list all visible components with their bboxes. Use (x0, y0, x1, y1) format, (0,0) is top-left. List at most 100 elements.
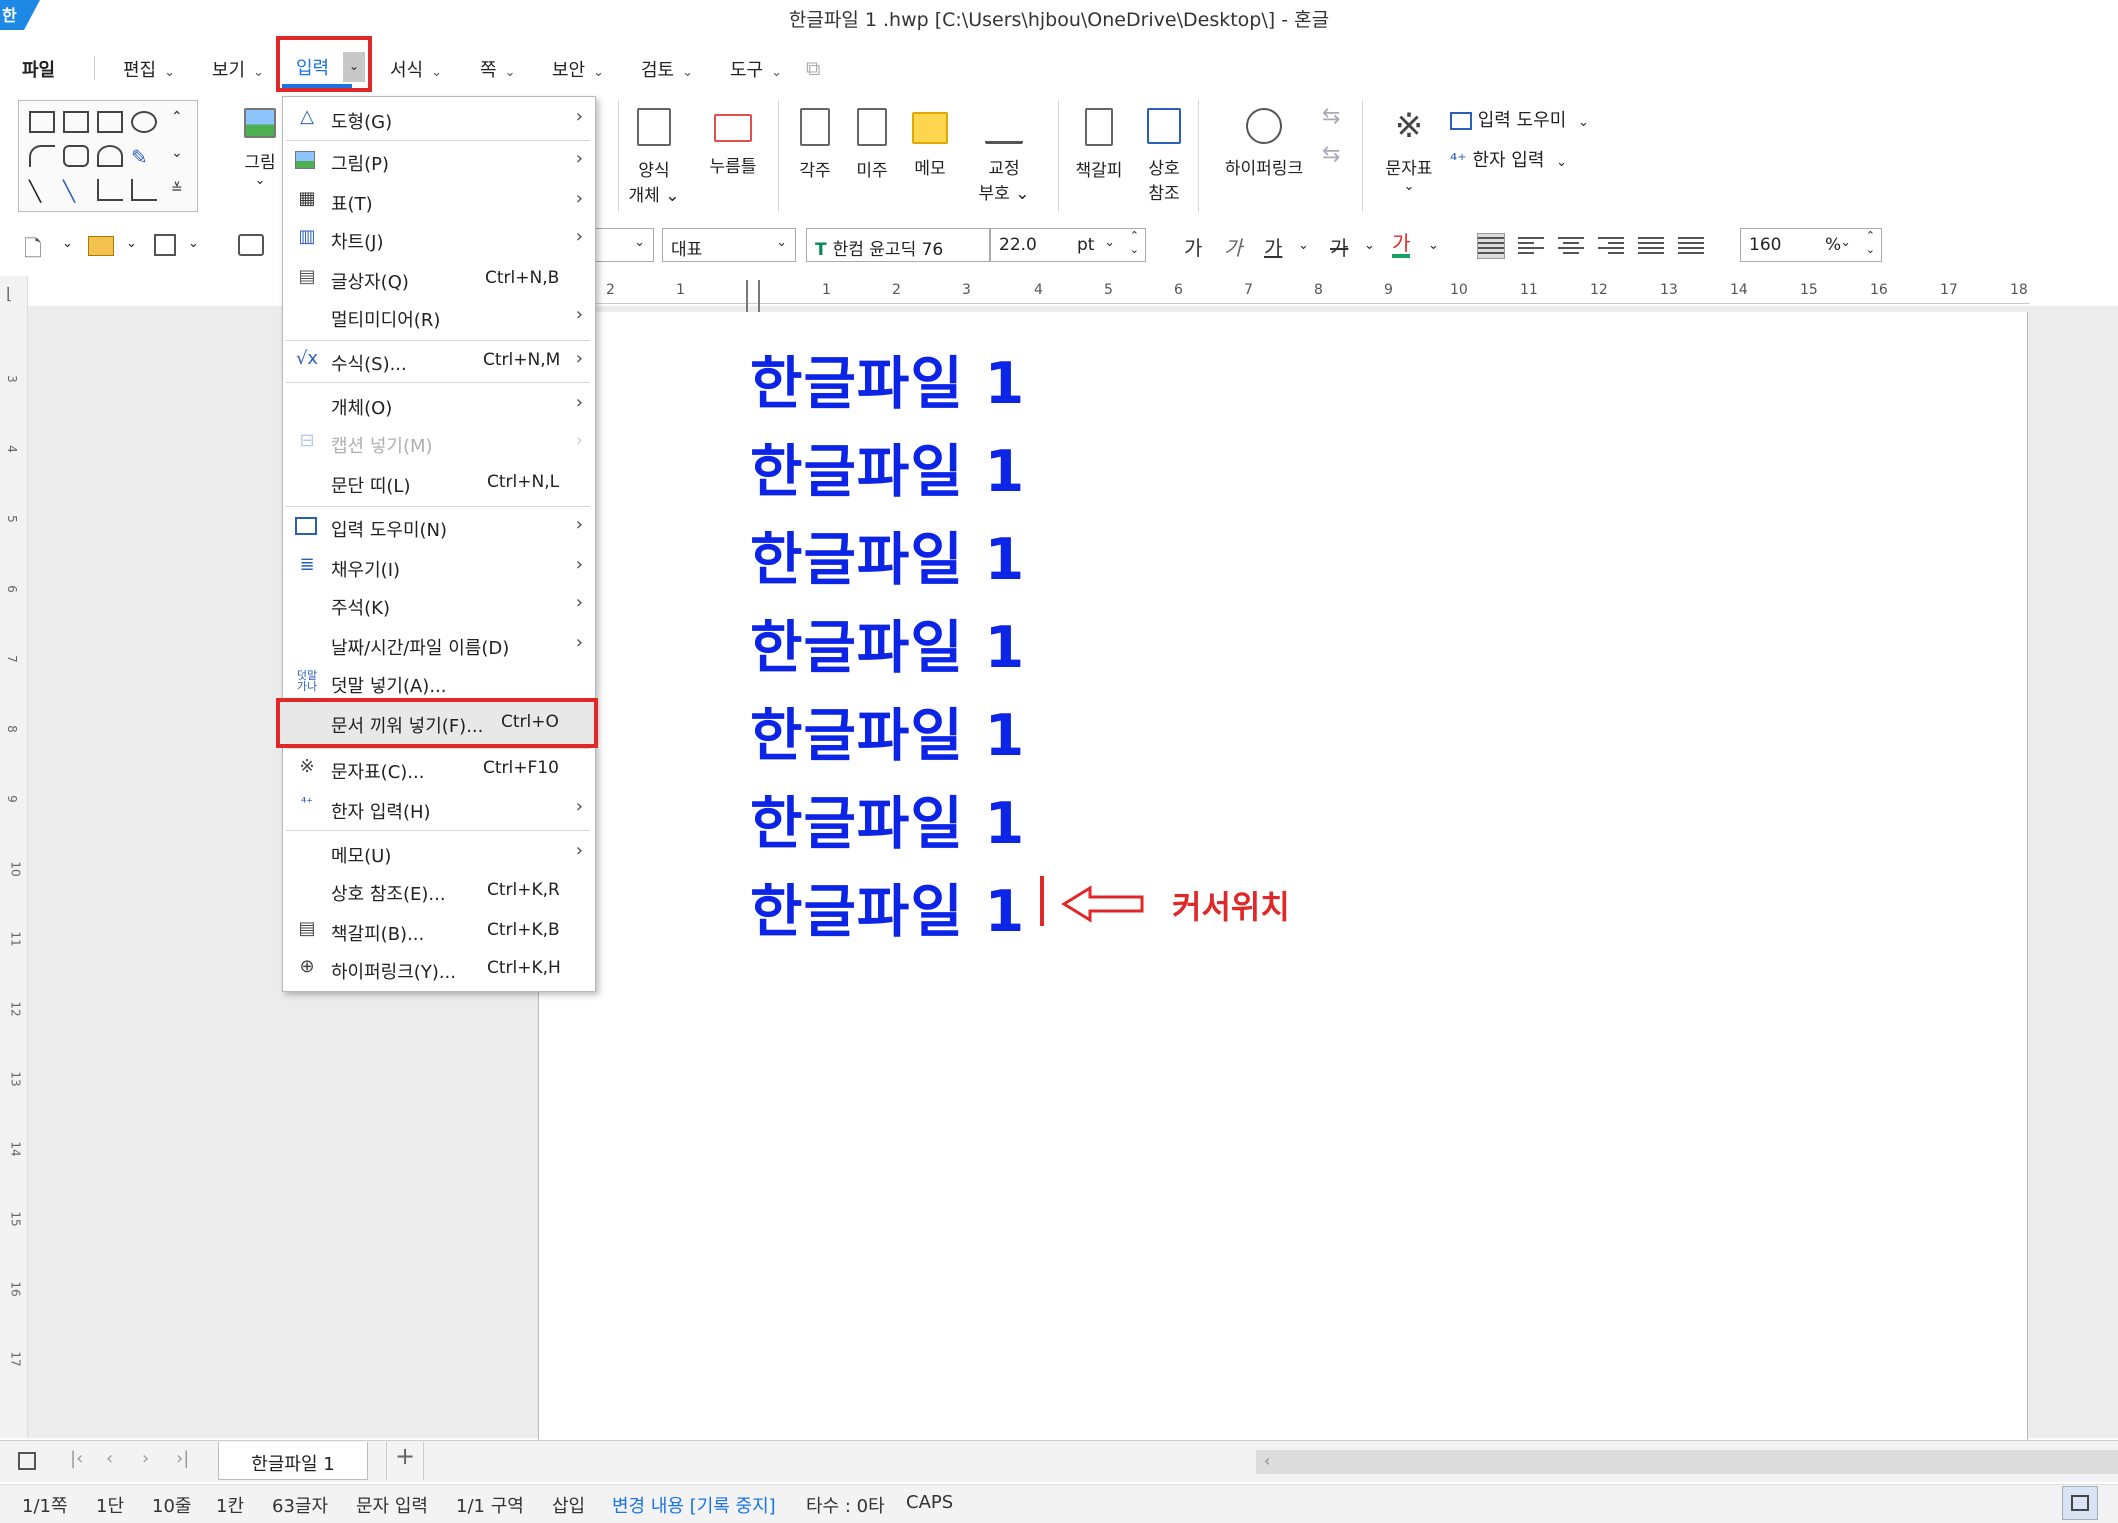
menu-item-paragraph-band[interactable]: 문단 띠(L) Ctrl+N,L (283, 464, 595, 500)
ribbon-crossref[interactable]: 상호 참조 (1140, 108, 1188, 204)
indent-marker[interactable] (746, 280, 760, 312)
menu-format[interactable]: 서식 ⌄ (390, 56, 442, 82)
chevron-down-icon[interactable]: ⌄ (1298, 238, 1309, 253)
chevron-down-icon[interactable]: ⌄ (1364, 238, 1375, 253)
italic-button[interactable]: 가 (1224, 232, 1242, 261)
ribbon-memo[interactable]: 메모 (908, 108, 952, 179)
expand-gallery-icon[interactable]: ≚ (171, 181, 183, 197)
link-prev-icon[interactable]: ⇆ (1322, 104, 1340, 129)
style-select[interactable]: 대표 ⌄ (662, 228, 796, 262)
menu-item-chart[interactable]: ▥ 차트(J) › (283, 220, 595, 256)
spin-icon[interactable]: ⌃ ⌄ (1866, 229, 1875, 257)
ellipse-shape-icon[interactable] (131, 111, 157, 133)
ribbon-proof[interactable]: 교정 부호 ⌄ (978, 108, 1030, 204)
chevron-down-icon[interactable]: ⌄ (126, 236, 137, 251)
chevron-down-icon[interactable]: ⌄ (1428, 238, 1439, 253)
add-tab-button[interactable]: + (386, 1442, 424, 1480)
justify-align-button[interactable] (1477, 233, 1505, 259)
menu-item-picture[interactable]: 그림(P) › (283, 142, 595, 178)
menu-item-bookmark[interactable]: ▤ 책갈피(B)... Ctrl+K,B (283, 912, 595, 948)
underline-button[interactable]: 가 (1264, 232, 1282, 261)
ribbon-hanja-input[interactable]: ⁴⁺ 한자 입력 ⌄ (1450, 146, 1567, 172)
next-tab-icon[interactable]: › (142, 1448, 149, 1469)
menu-view[interactable]: 보기 ⌄ (212, 56, 264, 82)
menu-item-hanja[interactable]: ⁴⁺ 한자 입력(H) › (283, 790, 595, 826)
prev-style-select[interactable]: ⌄ (596, 228, 654, 262)
chevron-down-icon[interactable]: ⌄ (188, 236, 199, 251)
view-mode-icon[interactable] (18, 1452, 36, 1470)
menu-item-textbox[interactable]: ▤ 글상자(Q) Ctrl+N,B (283, 260, 595, 296)
status-page[interactable]: 1/1쪽 (22, 1492, 68, 1518)
elbow-connector-icon[interactable] (131, 179, 157, 201)
font-select[interactable]: T 한컴 윤고딕 76 (806, 228, 990, 262)
menu-item-annotation[interactable]: 주석(K) › (283, 586, 595, 622)
link-next-icon[interactable]: ⇆ (1322, 142, 1340, 167)
first-tab-icon[interactable]: |‹ (70, 1448, 83, 1469)
chevron-down-icon[interactable]: ⌄ (343, 52, 365, 82)
window-mode-icon[interactable]: ⧉ (806, 56, 832, 80)
connector-shape-icon[interactable] (97, 179, 123, 201)
ribbon-hyperlink[interactable]: 하이퍼링크 (1214, 108, 1314, 179)
curve-shape-icon[interactable] (97, 145, 123, 167)
grid-shape-icon[interactable] (63, 111, 89, 133)
menu-review[interactable]: 검토 ⌄ (641, 56, 693, 82)
menu-edit[interactable]: 편집 ⌄ (123, 56, 175, 82)
menu-item-multimedia[interactable]: 멀티미디어(R) › (283, 298, 595, 334)
fullscreen-icon[interactable] (2062, 1486, 2098, 1520)
center-align-button[interactable] (1558, 234, 1584, 258)
new-doc-icon[interactable]: 🗋 (24, 232, 42, 270)
ribbon-endnote[interactable]: 미주 (852, 108, 892, 181)
split-align-button[interactable] (1678, 234, 1704, 258)
menu-item-object[interactable]: 개체(O) › (283, 386, 595, 422)
menu-item-formula[interactable]: √x 수식(S)... Ctrl+N,M › (283, 342, 595, 378)
document-tab[interactable]: 한글파일 1 (218, 1442, 368, 1480)
font-size-input[interactable]: 22.0 pt ⌄ ⌃ ⌄ (990, 228, 1146, 262)
status-track-changes[interactable]: 변경 내용 [기록 중지] (612, 1492, 776, 1518)
ribbon-input-helper[interactable]: 입력 도우미 ⌄ (1450, 106, 1589, 132)
textbox-shape-icon[interactable] (29, 111, 55, 133)
menu-security[interactable]: 보안 ⌄ (552, 56, 604, 82)
rectangle-shape-icon[interactable] (97, 111, 123, 133)
strikethrough-button[interactable]: 가 (1330, 232, 1348, 261)
menu-insert[interactable]: 입력 (296, 54, 329, 80)
menu-item-table[interactable]: ▦ 표(T) › (283, 182, 595, 218)
distribute-align-button[interactable] (1638, 234, 1664, 258)
menu-tools[interactable]: 도구 ⌄ (730, 56, 782, 82)
menu-item-ruby[interactable]: 덧말 가나 덧말 넣기(A)... (283, 664, 595, 700)
menu-item-hyperlink[interactable]: ⊕ 하이퍼링크(Y)... Ctrl+K,H (283, 950, 595, 986)
menu-item-shape[interactable]: △ 도형(G) › (283, 100, 595, 136)
save-icon[interactable] (154, 234, 176, 256)
print-icon[interactable] (238, 234, 264, 256)
horizontal-scrollbar[interactable]: ‹ (1256, 1450, 2118, 1474)
font-color-button[interactable]: 가 (1392, 232, 1411, 258)
arrow-line-icon[interactable]: ╲ (63, 179, 89, 203)
line-shape-icon[interactable]: ╲ (29, 179, 55, 203)
menu-item-charmap[interactable]: ※ 문자표(C)... Ctrl+F10 (283, 750, 595, 786)
shape-gallery[interactable]: ✎ ╲ ╲ ⌃ ⌄ ≚ (18, 100, 198, 212)
scroll-down-icon[interactable]: ⌄ (171, 145, 183, 161)
spin-icon[interactable]: ⌃ ⌄ (1130, 229, 1139, 257)
ribbon-bookmark[interactable]: 책갈피 (1068, 108, 1130, 181)
chevron-down-icon[interactable]: ⌄ (62, 236, 73, 251)
pen-shape-icon[interactable]: ✎ (131, 145, 157, 169)
ribbon-picture[interactable]: 그림 ⌄ (238, 108, 282, 188)
menu-item-memo[interactable]: 메모(U) › (283, 834, 595, 870)
last-tab-icon[interactable]: ›| (176, 1448, 189, 1469)
zoom-input[interactable]: 160% ⌄ ⌃ ⌄ (1740, 228, 1882, 262)
menu-item-date-time-filename[interactable]: 날짜/시간/파일 이름(D) › (283, 626, 595, 662)
menu-page[interactable]: 쪽 ⌄ (480, 56, 515, 82)
ribbon-stamp[interactable]: 누름틀 (702, 108, 764, 177)
status-section[interactable]: 1/1 구역 (456, 1492, 524, 1518)
menu-item-fill[interactable]: ≣ 채우기(I) › (283, 548, 595, 584)
right-align-button[interactable] (1598, 234, 1624, 258)
menu-file[interactable]: 파일 (22, 56, 55, 82)
ribbon-form-object[interactable]: 양식 개체 ⌄ (628, 108, 680, 206)
prev-tab-icon[interactable]: ‹ (106, 1448, 113, 1469)
left-align-button[interactable] (1518, 234, 1544, 258)
status-insert[interactable]: 삽입 (552, 1492, 585, 1518)
scroll-left-icon[interactable]: ‹ (1264, 1451, 1270, 1470)
ribbon-charmap[interactable]: ※ 문자표 ⌄ (1376, 108, 1442, 194)
menu-item-input-helper[interactable]: 입력 도우미(N) › (283, 508, 595, 544)
menu-item-insert-document[interactable]: 문서 끼워 넣기(F)... Ctrl+O (283, 704, 595, 740)
bold-button[interactable]: 가 (1184, 232, 1202, 261)
